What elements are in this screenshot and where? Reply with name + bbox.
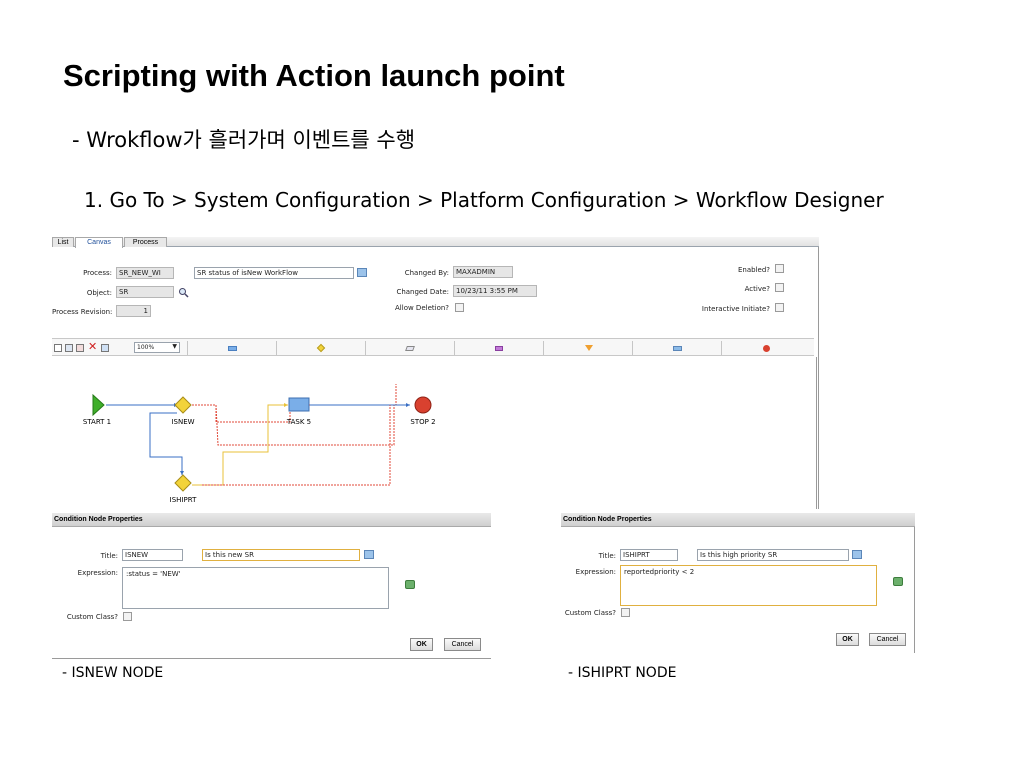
arrowhead: [180, 471, 184, 475]
arrowhead: [284, 403, 288, 407]
cancel-button[interactable]: Cancel: [444, 638, 481, 651]
changed-date-field: 10/23/11 3:55 PM: [453, 285, 537, 297]
caption-ishiprt-node: - ISHIPRT NODE: [568, 665, 677, 681]
start-node-label: START 1: [82, 418, 112, 426]
cancel-button[interactable]: Cancel: [869, 633, 906, 646]
object-field[interactable]: SR: [116, 286, 174, 298]
isnew-condition-node-icon: [174, 396, 192, 414]
toolbar-separator: [454, 341, 455, 355]
active-label: Active?: [744, 285, 770, 293]
tab-bar: [52, 237, 819, 247]
long-description-icon[interactable]: [364, 550, 374, 559]
title-label: Title:: [100, 552, 118, 560]
custom-class-checkbox[interactable]: [123, 612, 132, 621]
long-description-icon[interactable]: [852, 550, 862, 559]
slide-title: Scripting with Action launch point: [63, 58, 565, 93]
active-checkbox[interactable]: [775, 283, 784, 292]
description-input[interactable]: Is this high priority SR: [697, 549, 849, 561]
connection-ishiprt-task: [192, 404, 288, 486]
description-input[interactable]: Is this new SR: [202, 549, 360, 561]
interactive-initiate-label: Interactive Initiate?: [701, 305, 770, 313]
allow-deletion-label: Allow Deletion?: [395, 304, 449, 312]
workflow-diagram: [92, 384, 432, 492]
connect-negative-tool-icon[interactable]: [76, 344, 84, 352]
slide-step-text: 1. Go To > System Configuration > Platfo…: [84, 188, 884, 212]
caption-isnew-node: - ISNEW NODE: [62, 665, 164, 681]
arrowhead: [406, 403, 410, 407]
changed-date-label: Changed Date:: [396, 288, 449, 296]
process-field[interactable]: SR_NEW_WI: [116, 267, 174, 279]
revision-field: 1: [116, 305, 151, 317]
expression-textarea[interactable]: :status = 'NEW': [122, 567, 389, 609]
manual-input-tool-icon[interactable]: [405, 346, 415, 351]
toolbar-separator: [543, 341, 544, 355]
object-label: Object:: [86, 289, 112, 297]
toolbar-separator: [721, 341, 722, 355]
tab-list[interactable]: List: [52, 237, 74, 247]
changed-by-field: MAXADMIN: [453, 266, 513, 278]
isnew-node-label: ISNEW: [171, 418, 195, 426]
toolbar-separator: [365, 341, 366, 355]
title-input[interactable]: ISNEW: [122, 549, 183, 561]
condition-dialog-ishiprt: Condition Node Properties Title: ISHIPRT…: [561, 513, 915, 653]
task-node-label: TASK 5: [286, 418, 312, 426]
allow-deletion-checkbox[interactable]: [455, 303, 464, 312]
title-label: Title:: [598, 552, 616, 560]
dialog-header: Condition Node Properties: [52, 513, 491, 527]
task-node-icon: [288, 397, 310, 412]
workflow-canvas[interactable]: START 1 ISNEW TASK 5 STOP 2 ISHIPRT: [52, 357, 817, 509]
enabled-checkbox[interactable]: [775, 264, 784, 273]
wait-node-tool-icon[interactable]: [673, 346, 682, 351]
condition-node-tool-icon[interactable]: [316, 343, 326, 353]
task-node-tool-icon[interactable]: [228, 346, 237, 351]
interaction-node-tool-icon[interactable]: [585, 345, 593, 351]
revision-label: Process Revision:: [52, 308, 113, 316]
enabled-label: Enabled?: [737, 266, 770, 274]
ok-button[interactable]: OK: [836, 633, 859, 646]
ishiprt-condition-node-icon: [174, 474, 192, 492]
interactive-initiate-checkbox[interactable]: [775, 303, 784, 312]
ishiprt-node-label: ISHIPRT: [169, 496, 197, 504]
title-input[interactable]: ISHIPRT: [620, 549, 678, 561]
tab-canvas[interactable]: Canvas: [75, 237, 123, 248]
ok-button[interactable]: OK: [410, 638, 433, 651]
expression-label: Expression:: [77, 569, 118, 577]
expression-label: Expression:: [575, 568, 616, 576]
search-icon[interactable]: [178, 287, 189, 298]
expression-builder-icon[interactable]: [893, 577, 903, 586]
dialog-header: Condition Node Properties: [561, 513, 915, 527]
workflow-designer-window: List Canvas Process Process: SR_NEW_WI S…: [52, 237, 819, 509]
subprocess-tool-icon[interactable]: [495, 346, 503, 351]
toolbar-separator: [276, 341, 277, 355]
zoom-select[interactable]: 100% ▼: [134, 342, 180, 353]
process-description-field[interactable]: SR status of isNew WorkFlow: [194, 267, 354, 279]
changed-by-label: Changed By:: [404, 269, 449, 277]
select-tool-icon[interactable]: [54, 344, 62, 352]
expression-textarea[interactable]: reportedpriority < 2: [620, 565, 877, 606]
tab-process[interactable]: Process: [124, 237, 167, 247]
slide-subtitle: - Wrokflow가 흘러가며 이벤트를 수행: [72, 128, 416, 152]
stop-node-icon: [414, 396, 432, 414]
expression-builder-icon[interactable]: [405, 580, 415, 589]
chevron-down-icon: ▼: [172, 343, 177, 350]
delete-icon[interactable]: ✕: [88, 342, 99, 353]
condition-dialog-isnew: Condition Node Properties Title: ISNEW I…: [52, 513, 491, 659]
custom-class-checkbox[interactable]: [621, 608, 630, 617]
start-node-icon: [92, 393, 105, 417]
custom-class-label: Custom Class?: [564, 609, 616, 617]
long-description-icon[interactable]: [357, 268, 367, 277]
zoom-value: 100%: [137, 344, 155, 351]
toolbar-separator: [187, 341, 188, 355]
custom-class-label: Custom Class?: [66, 613, 118, 621]
connect-positive-tool-icon[interactable]: [65, 344, 73, 352]
stop-node-label: STOP 2: [410, 418, 436, 426]
properties-tool-icon[interactable]: [101, 344, 109, 352]
canvas-toolbar: ✕ 100% ▼: [52, 338, 814, 356]
stop-node-tool-icon[interactable]: [763, 345, 770, 352]
toolbar-separator: [632, 341, 633, 355]
process-label: Process:: [83, 269, 112, 277]
